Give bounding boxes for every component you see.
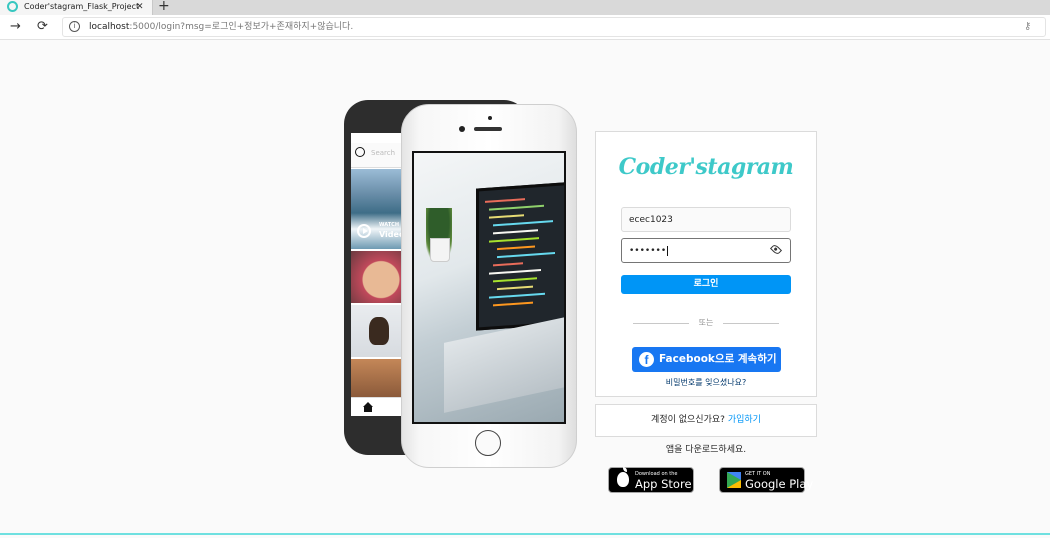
app-store-button[interactable]: Download on the App Store (608, 467, 694, 493)
browser-tab[interactable]: Coder'stagram_Flask_Project ✕ (0, 0, 153, 15)
google-play-button[interactable]: GET IT ON Google Play (719, 467, 813, 493)
username-input[interactable]: ecec1023 (621, 207, 791, 232)
code-line (489, 269, 541, 275)
code-line (493, 262, 523, 267)
code-line (497, 285, 533, 291)
url-text: localhost:5000/login?msg=로그인+정보가+존재하지+않습… (89, 20, 353, 34)
watch-label: WATCH (379, 222, 400, 228)
phone-search-placeholder: Search (371, 149, 396, 157)
facebook-login-button[interactable]: f Facebook으로 계속하기 (632, 347, 781, 372)
key-icon[interactable]: ⚷ (1024, 19, 1031, 35)
code-line (485, 198, 525, 203)
facebook-button-label: Facebook으로 계속하기 (659, 353, 777, 365)
code-line (493, 277, 537, 283)
laptop-code-screen (476, 181, 564, 331)
password-value-wrap: ••••••• (629, 245, 669, 257)
home-icon (363, 402, 373, 412)
phone-front-mockup (401, 104, 577, 468)
url-path: :5000/login?msg=로그인+정보가+존재하지+않습니다. (129, 22, 354, 32)
password-input[interactable]: ••••••• (621, 238, 791, 263)
divider-line-right (723, 323, 779, 324)
dog-shape (369, 317, 389, 345)
login-card: Coder'stagram ecec1023 ••••••• 로그인 또는 f … (595, 131, 817, 397)
phone-sensor-dot (488, 116, 492, 120)
google-play-icon (727, 472, 741, 488)
or-text: 또는 (698, 318, 714, 327)
signup-prompt: 계정이 없으신가요? (651, 415, 725, 425)
bottom-accent-line (0, 533, 1050, 535)
phone-speaker (474, 127, 502, 131)
search-icon (355, 147, 365, 157)
download-app-text: 앱을 다운로드하세요. (665, 445, 747, 455)
url-host: localhost (89, 22, 130, 32)
login-button[interactable]: 로그인 (621, 275, 791, 294)
code-line (497, 245, 535, 251)
tab-title: Coder'stagram_Flask_Project (24, 2, 140, 11)
or-divider: 또는 (633, 317, 779, 328)
code-line (493, 301, 533, 307)
phone-home-button (475, 430, 501, 456)
tab-bar: Coder'stagram_Flask_Project ✕ + (0, 0, 1050, 15)
favicon-icon (7, 1, 18, 12)
info-icon[interactable]: i (69, 21, 80, 32)
username-value: ecec1023 (629, 215, 673, 225)
apple-icon (617, 467, 629, 487)
code-line (489, 204, 544, 211)
divider-line-left (633, 323, 689, 324)
close-tab-icon[interactable]: ✕ (136, 0, 144, 14)
back-arrow-icon[interactable]: → (10, 18, 21, 36)
pot-image (430, 238, 450, 262)
google-play-big-text: Google Play (745, 477, 814, 491)
facebook-icon: f (639, 352, 654, 367)
browser-toolbar: → ⟳ i localhost:5000/login?msg=로그인+정보가+존… (0, 15, 1050, 40)
code-line (493, 229, 538, 235)
eye-icon[interactable] (769, 243, 783, 256)
phone-camera (459, 126, 465, 132)
code-line (489, 237, 539, 243)
address-bar[interactable]: i localhost:5000/login?msg=로그인+정보가+존재하지+… (62, 17, 1046, 37)
reload-icon[interactable]: ⟳ (37, 18, 48, 36)
code-line (489, 214, 524, 219)
code-line (493, 220, 553, 227)
app-store-big-text: App Store (635, 477, 692, 491)
new-tab-button[interactable]: + (158, 0, 170, 14)
phone-front-screen (412, 151, 566, 424)
code-line (497, 252, 555, 259)
text-caret (667, 245, 669, 256)
signup-link[interactable]: 가입하기 (728, 415, 761, 425)
play-icon (357, 224, 371, 238)
brand-logo: Coder'stagram (618, 154, 794, 180)
password-value: ••••••• (629, 246, 667, 256)
forgot-password-link[interactable]: 비밀번호를 잊으셨나요? (596, 377, 816, 389)
signup-card: 계정이 없으신가요? 가입하기 (595, 404, 817, 437)
code-line (489, 292, 545, 299)
